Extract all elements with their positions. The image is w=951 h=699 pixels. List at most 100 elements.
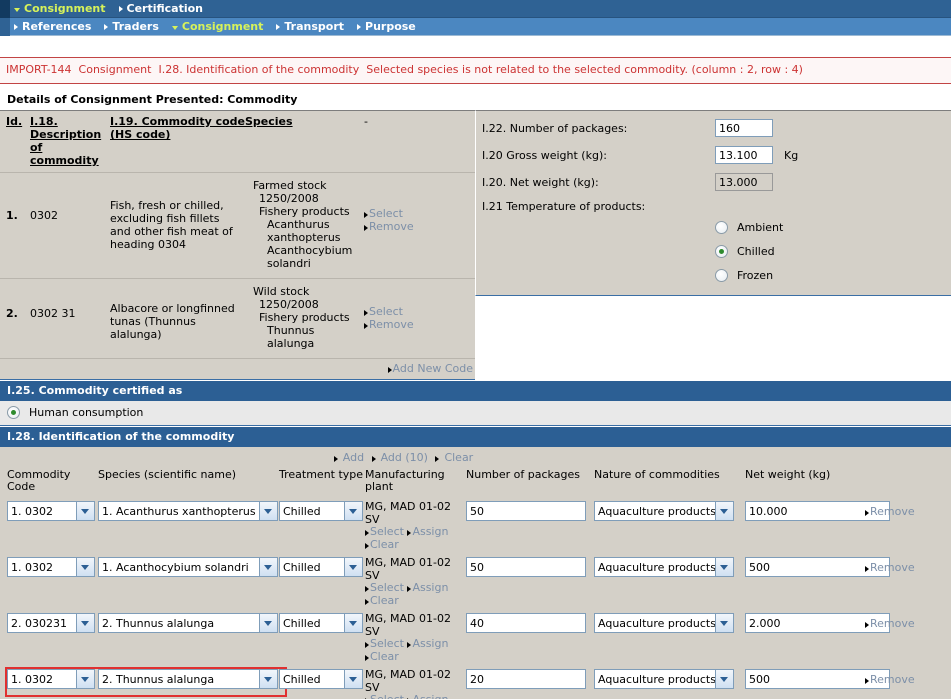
bullet-icon [364, 212, 368, 218]
subnav-item-traders[interactable]: Traders [100, 18, 167, 36]
i28-cell-remove: Remove [865, 501, 935, 518]
commodity-table-header: Id. I.18. Description of commodity I.19.… [0, 111, 475, 172]
temperature-option-ambient-label: Ambient [737, 220, 784, 234]
plant-clear-link[interactable]: Clear [370, 594, 399, 608]
nature-of-commodities-select[interactable]: Aquaculture products [594, 557, 734, 577]
gross-weight-input[interactable] [715, 146, 773, 164]
row-id: 1. [6, 209, 18, 222]
plant-name: MG, MAD 01-02 SV [365, 668, 451, 694]
species-select[interactable]: 1. Acanthurus xanthopterus [98, 501, 278, 521]
temperature-option-frozen[interactable]: Frozen [715, 263, 951, 287]
packages-input[interactable] [466, 557, 586, 577]
remove-row-link[interactable]: Remove [870, 673, 915, 686]
bullet-icon [365, 586, 369, 592]
packages-input[interactable] [466, 669, 586, 689]
treatment-type-select[interactable]: Chilled [279, 557, 363, 577]
bullet-icon [865, 510, 869, 516]
species-select[interactable]: 1. Acanthocybium solandri [98, 557, 278, 577]
radio-frozen-icon[interactable] [715, 268, 728, 282]
i28-cell-species: 2. Thunnus alalunga [98, 613, 279, 633]
i28-cell-packages [466, 613, 594, 633]
bullet-icon [333, 456, 338, 462]
remove-species-link[interactable]: Remove [369, 220, 414, 233]
nav-tab-consignment[interactable]: Consignment [10, 0, 115, 18]
i28-row: 1. 0302 1. Acanthocybium solandri Chille… [0, 555, 951, 611]
commodity-code-select[interactable]: 1. 0302 [7, 501, 95, 521]
remove-row-link[interactable]: Remove [870, 505, 915, 518]
i28-cell-plant: MG, MAD 01-02 SV Select Assign Clear [365, 556, 466, 608]
nature-of-commodities-select[interactable]: Aquaculture products [594, 613, 734, 633]
commodity-code-select[interactable]: 1. 0302 [7, 557, 95, 577]
plant-assign-link[interactable]: Assign [412, 581, 448, 595]
clear-rows-link-top[interactable]: Clear [444, 451, 473, 464]
i28-header-commodity-code: Commodity Code [7, 468, 71, 493]
treatment-type-select[interactable]: Chilled [279, 669, 363, 689]
add-new-code-link[interactable]: Add New Code [393, 362, 473, 375]
bullet-icon [865, 566, 869, 572]
subnav-item-transport[interactable]: Transport [272, 18, 353, 36]
plant-clear-link[interactable]: Clear [370, 538, 399, 552]
nature-of-commodities-select[interactable]: Aquaculture products [594, 669, 734, 689]
add-ten-rows-link-top[interactable]: Add (10) [381, 451, 428, 464]
packages-input[interactable] [466, 501, 586, 521]
i28-cell-commodity-code: 1. 0302 [0, 557, 98, 577]
treatment-type-select[interactable]: Chilled [279, 501, 363, 521]
plant-assign-link[interactable]: Assign [412, 525, 448, 539]
nav-tab-certification[interactable]: Certification [115, 0, 213, 18]
treatment-type-select[interactable]: Chilled [279, 613, 363, 633]
subnav-item-references[interactable]: References [10, 18, 100, 36]
species-select[interactable]: 2. Thunnus alalunga [98, 669, 278, 689]
i28-cell-treatment: Chilled [279, 557, 365, 577]
temperature-option-chilled[interactable]: Chilled [715, 239, 951, 263]
remove-row-link[interactable]: Remove [870, 561, 915, 574]
bullet-icon [364, 310, 368, 316]
add-row-link-top[interactable]: Add [343, 451, 364, 464]
commodity-code-select[interactable]: 1. 0302 [7, 669, 95, 689]
plant-clear-link[interactable]: Clear [370, 650, 399, 664]
plant-assign-link[interactable]: Assign [412, 637, 448, 651]
remove-row-link[interactable]: Remove [870, 617, 915, 630]
column-header-id: Id. [6, 115, 23, 128]
row-description: Albacore or longfinned tunas (Thunnus al… [110, 302, 235, 341]
number-of-packages-input[interactable] [715, 119, 773, 137]
plant-select-link[interactable]: Select [370, 693, 404, 699]
gross-weight-field-row: I.20 Gross weight (kg): Kg [482, 146, 951, 164]
temperature-option-ambient[interactable]: Ambient [715, 215, 951, 239]
bullet-icon [364, 323, 368, 329]
species-select[interactable]: 2. Thunnus alalunga [98, 613, 278, 633]
human-consumption-option[interactable]: Human consumption [7, 406, 951, 419]
nature-of-commodities-select[interactable]: Aquaculture products [594, 501, 734, 521]
plant-select-link[interactable]: Select [370, 637, 404, 651]
nav-left-edge [0, 0, 10, 18]
i28-cell-species: 2. Thunnus alalunga [98, 669, 279, 689]
chevron-right-icon [276, 23, 281, 30]
i28-cell-treatment: Chilled [279, 501, 365, 521]
radio-chilled-icon[interactable] [715, 244, 728, 258]
select-species-link[interactable]: Select [369, 207, 403, 220]
radio-human-consumption-icon[interactable] [7, 406, 20, 419]
i28-cell-nature: Aquaculture products [594, 613, 745, 633]
error-code: IMPORT-144 [6, 63, 72, 76]
subnav-item-purpose[interactable]: Purpose [353, 18, 425, 36]
subnav-item-transport-label: Transport [284, 20, 345, 33]
select-species-link[interactable]: Select [369, 305, 403, 318]
plant-select-link[interactable]: Select [370, 581, 404, 595]
bullet-icon [365, 530, 369, 536]
primary-navigation-bar: Consignment Certification [0, 0, 951, 18]
temperature-label: I.21 Temperature of products: [482, 200, 646, 213]
i28-cell-packages [466, 501, 594, 521]
subnav-item-consignment[interactable]: Consignment [168, 18, 273, 36]
i28-cell-net-weight [745, 557, 890, 577]
section-body-i28: Add Add (10) Clear Commodity Code Specie… [0, 447, 951, 699]
remove-species-link[interactable]: Remove [369, 318, 414, 331]
plant-assign-link[interactable]: Assign [412, 693, 448, 699]
i28-cell-plant: MG, MAD 01-02 SV Select Assign Clear [365, 668, 466, 699]
packages-input[interactable] [466, 613, 586, 633]
commodity-code-select[interactable]: 2. 030231 [7, 613, 95, 633]
plant-name: MG, MAD 01-02 SV [365, 500, 451, 526]
commodity-table: Id. I.18. Description of commodity I.19.… [0, 110, 475, 380]
commodity-table-footer: Add New Code [0, 358, 475, 379]
plant-select-link[interactable]: Select [370, 525, 404, 539]
radio-ambient-icon[interactable] [715, 220, 728, 234]
i28-cell-remove: Remove [865, 613, 935, 630]
